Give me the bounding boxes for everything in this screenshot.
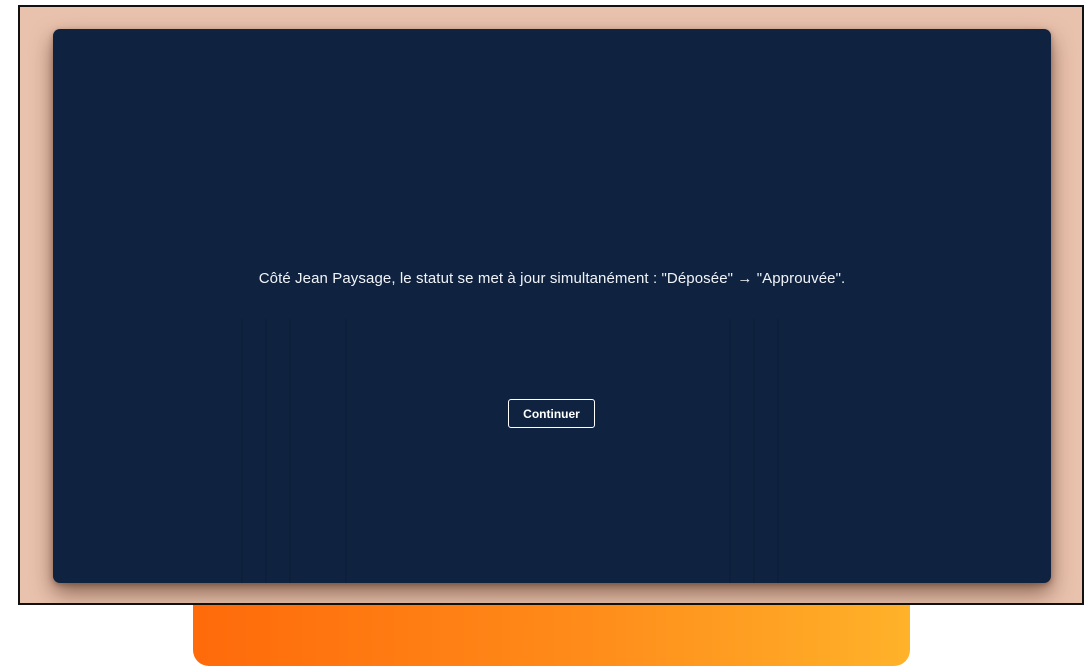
video-frame: Côté Jean Paysage, le statut se met à jo… xyxy=(18,5,1084,605)
background-streaks xyxy=(53,319,1051,583)
screen: Côté Jean Paysage, le statut se met à jo… xyxy=(0,0,1085,666)
streak xyxy=(265,319,267,583)
streak xyxy=(289,319,291,583)
streak xyxy=(345,319,347,583)
dialog-card: Côté Jean Paysage, le statut se met à jo… xyxy=(53,29,1051,583)
streak xyxy=(777,319,779,583)
streak xyxy=(729,319,731,583)
streak xyxy=(753,319,755,583)
continue-button[interactable]: Continuer xyxy=(508,399,595,428)
orange-accent-bar xyxy=(193,596,910,666)
status-message: Côté Jean Paysage, le statut se met à jo… xyxy=(258,270,846,287)
streak xyxy=(241,319,243,583)
